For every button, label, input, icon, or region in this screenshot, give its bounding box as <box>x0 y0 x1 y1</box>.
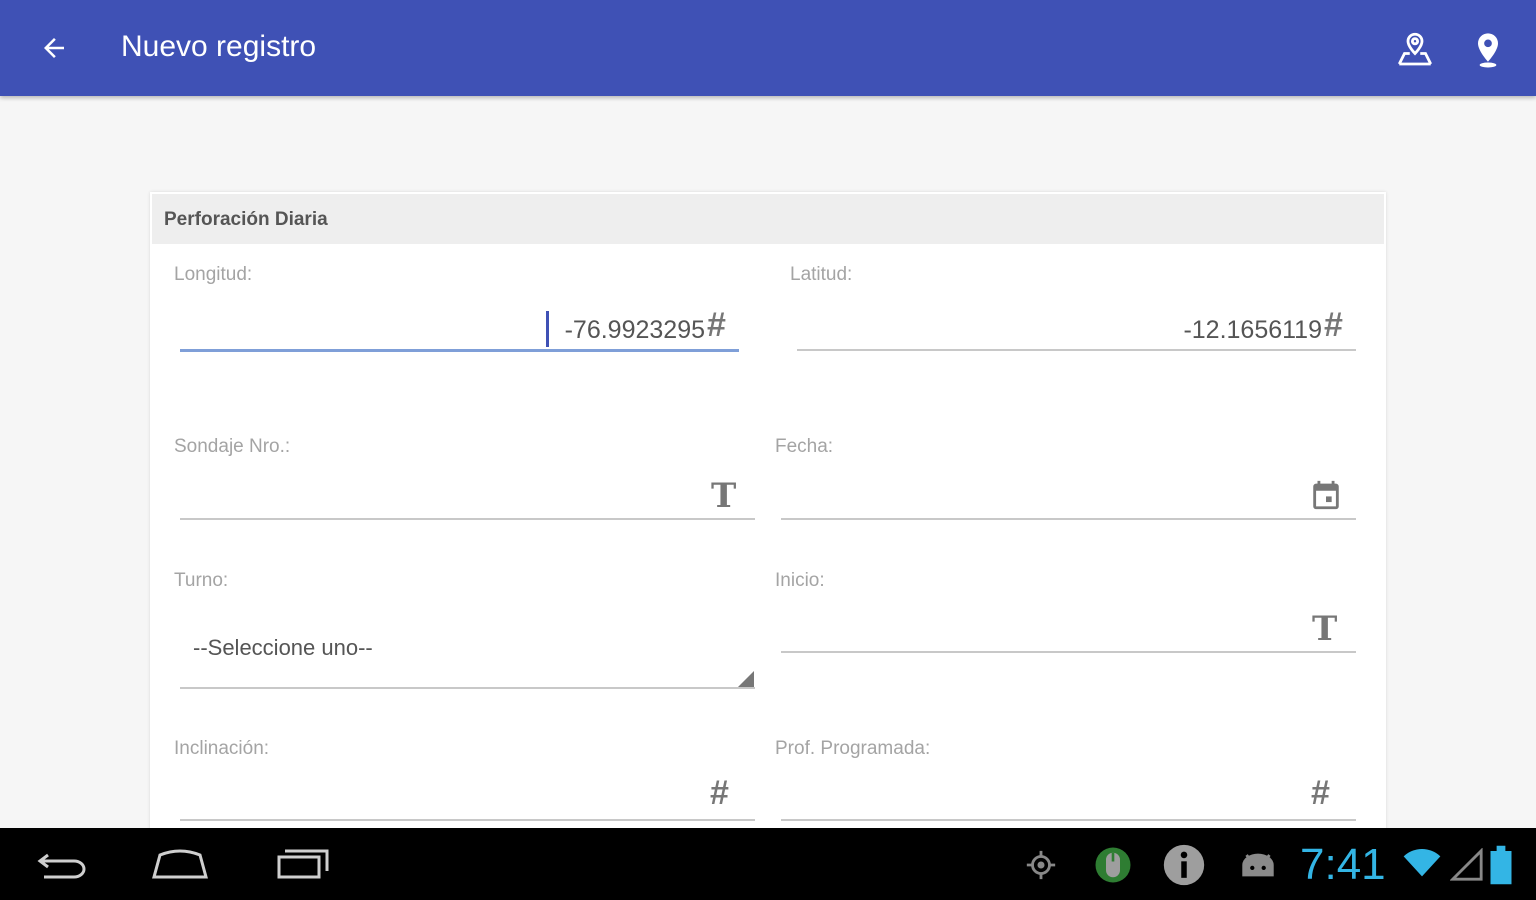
number-icon: # <box>1324 306 1343 344</box>
number-icon: # <box>1311 774 1330 812</box>
nav-back-button[interactable] <box>30 842 92 886</box>
card-header: Perforación Diaria <box>152 194 1384 244</box>
battery-icon <box>1490 845 1512 885</box>
arrow-left-icon <box>44 38 64 58</box>
page-title: Nuevo registro <box>121 30 317 63</box>
dropdown-arrow-icon[interactable] <box>738 671 754 687</box>
turno-select[interactable]: --Seleccione uno-- <box>193 635 373 661</box>
number-icon: # <box>710 774 729 812</box>
number-icon: # <box>707 306 726 344</box>
nav-home-button[interactable] <box>148 842 212 886</box>
form-card: Perforación Diaria Longitud: -76.9923295… <box>150 192 1386 892</box>
inicio-input[interactable] <box>781 651 1356 653</box>
android-icon <box>1242 853 1274 877</box>
longitud-input[interactable] <box>180 349 739 352</box>
inicio-label: Inicio: <box>775 570 825 591</box>
inclinacion-label: Inclinación: <box>174 738 270 759</box>
app-bar: Nuevo registro <box>0 0 1536 96</box>
fecha-label: Fecha: <box>775 436 834 457</box>
nav-recents-button[interactable] <box>270 842 334 886</box>
longitud-value[interactable]: -76.9923295 <box>450 316 705 345</box>
status-clock: 7:41 <box>1300 840 1386 889</box>
prof-programada-input[interactable] <box>781 819 1356 821</box>
latitud-input[interactable] <box>797 349 1356 351</box>
turno-label: Turno: <box>174 570 229 591</box>
section-title: Perforación Diaria <box>164 209 328 230</box>
sondaje-input[interactable] <box>180 518 755 520</box>
back-button[interactable] <box>28 26 80 70</box>
sondaje-label: Sondaje Nro.: <box>174 436 291 457</box>
wifi-icon <box>1403 849 1441 877</box>
nav-back-icon <box>37 853 86 879</box>
prof-programada-label: Prof. Programada: <box>775 738 931 759</box>
turno-underline <box>180 687 755 689</box>
map-area-button[interactable] <box>1391 26 1439 74</box>
signal-icon <box>1450 848 1483 881</box>
location-button[interactable] <box>1464 26 1512 74</box>
system-bar: 7:41 <box>0 828 1536 900</box>
latitud-label: Latitud: <box>790 264 853 285</box>
text-icon: T <box>1312 609 1338 649</box>
calendar-icon[interactable] <box>1309 478 1343 512</box>
nav-home-icon <box>152 849 208 879</box>
mouse-icon <box>1095 847 1131 883</box>
location-pin-icon <box>1478 33 1498 68</box>
map-marker-area-icon <box>1397 32 1433 66</box>
info-icon <box>1163 844 1205 886</box>
nav-recents-icon <box>277 849 329 879</box>
latitud-value[interactable]: -12.1656119 <box>1050 316 1322 345</box>
longitud-label: Longitud: <box>174 264 253 285</box>
text-icon: T <box>711 476 737 516</box>
location-icon <box>1026 850 1056 880</box>
inclinacion-input[interactable] <box>180 819 755 821</box>
fecha-input[interactable] <box>781 518 1356 520</box>
